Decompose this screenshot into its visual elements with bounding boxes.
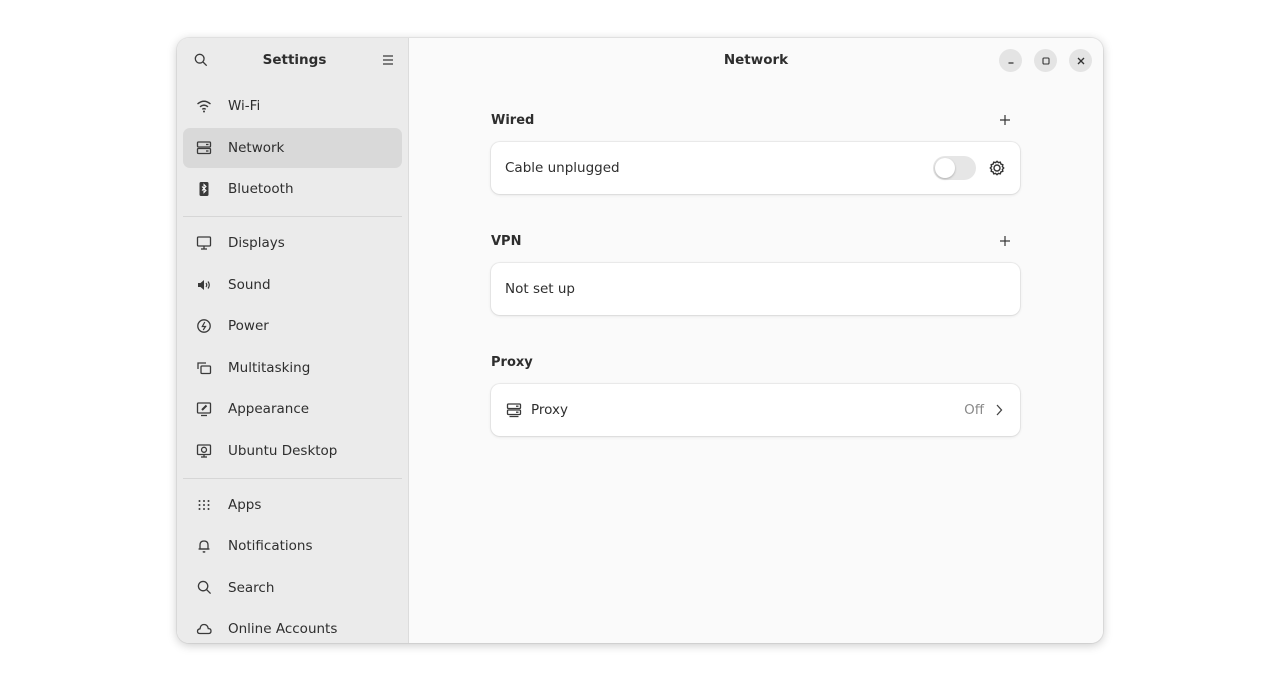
multitasking-icon xyxy=(195,359,213,377)
chevron-right-icon xyxy=(992,403,1006,417)
sidebar-item-online-accounts[interactable]: Online Accounts xyxy=(183,609,402,643)
sidebar-item-label: Wi-Fi xyxy=(228,98,261,114)
minimize-button[interactable] xyxy=(999,49,1022,72)
page-title: Network xyxy=(723,52,789,68)
sidebar-item-label: Network xyxy=(228,139,285,156)
search-icon xyxy=(195,579,213,597)
vpn-status-label: Not set up xyxy=(505,281,575,297)
sidebar-item-label: Displays xyxy=(228,235,285,251)
sidebar-list: Wi-Fi Network Bluetooth Displays Sound P… xyxy=(177,82,408,643)
proxy-section-title: Proxy xyxy=(491,354,533,370)
network-proxy-icon xyxy=(505,401,523,419)
display-icon xyxy=(195,234,213,252)
sidebar-header: Settings xyxy=(177,38,408,82)
sidebar: Settings Wi-Fi Network Bluetooth Display… xyxy=(177,38,409,643)
cloud-icon xyxy=(195,620,213,638)
wired-connection-row: Cable unplugged xyxy=(491,142,1020,194)
wired-toggle-switch[interactable] xyxy=(933,156,976,180)
maximize-button[interactable] xyxy=(1034,49,1057,72)
search-icon[interactable] xyxy=(191,50,211,70)
sidebar-item-label: Power xyxy=(228,318,269,334)
speaker-icon xyxy=(195,276,213,294)
sidebar-item-label: Search xyxy=(228,579,275,596)
sidebar-title: Settings xyxy=(262,52,327,68)
sidebar-item-apps[interactable]: Apps xyxy=(183,485,402,525)
settings-window: Settings Wi-Fi Network Bluetooth Display… xyxy=(177,38,1103,643)
sidebar-item-ubuntu-desktop[interactable]: Ubuntu Desktop xyxy=(183,431,402,471)
add-vpn-button[interactable] xyxy=(996,232,1014,250)
sidebar-item-sound[interactable]: Sound xyxy=(183,265,402,305)
network-icon xyxy=(195,139,213,157)
ubuntu-desktop-icon xyxy=(195,442,213,460)
wired-section-header: Wired xyxy=(491,108,1020,132)
header-bar: Network xyxy=(409,38,1103,82)
wired-section-title: Wired xyxy=(491,112,535,128)
sidebar-item-search[interactable]: Search xyxy=(183,568,402,608)
vpn-row: Not set up xyxy=(491,263,1020,315)
power-icon xyxy=(195,317,213,335)
sidebar-item-notifications[interactable]: Notifications xyxy=(183,526,402,566)
sidebar-divider xyxy=(183,477,402,479)
proxy-section-header: Proxy xyxy=(491,350,1020,374)
sidebar-item-displays[interactable]: Displays xyxy=(183,223,402,263)
sidebar-item-label: Appearance xyxy=(228,401,310,417)
gear-icon[interactable] xyxy=(988,159,1006,177)
sidebar-item-label: Sound xyxy=(228,276,271,293)
sidebar-item-label: Apps xyxy=(228,496,262,513)
sidebar-item-label: Multitasking xyxy=(228,359,311,376)
bell-icon xyxy=(195,537,213,555)
close-button[interactable] xyxy=(1069,49,1092,72)
proxy-row[interactable]: Proxy Off xyxy=(491,384,1020,436)
sidebar-item-label: Ubuntu Desktop xyxy=(228,442,338,459)
sidebar-item-power[interactable]: Power xyxy=(183,306,402,346)
main-panel: Network Wired Cable unplugged VPN Not se… xyxy=(409,38,1103,643)
proxy-row-label: Proxy xyxy=(531,402,568,418)
window-controls xyxy=(999,49,1092,72)
add-wired-button[interactable] xyxy=(996,111,1014,129)
sidebar-item-multitasking[interactable]: Multitasking xyxy=(183,348,402,388)
apps-grid-icon xyxy=(195,496,213,514)
sidebar-item-label: Online Accounts xyxy=(228,621,338,637)
hamburger-menu-icon[interactable] xyxy=(378,50,398,70)
sidebar-item-appearance[interactable]: Appearance xyxy=(183,389,402,429)
vpn-section-title: VPN xyxy=(491,233,522,249)
wifi-icon xyxy=(195,97,213,115)
proxy-status-label: Off xyxy=(964,402,984,418)
network-content: Wired Cable unplugged VPN Not set up Pro… xyxy=(491,108,1020,471)
toggle-knob xyxy=(935,158,955,178)
vpn-section-header: VPN xyxy=(491,229,1020,253)
sidebar-item-label: Bluetooth xyxy=(228,181,294,197)
sidebar-item-network[interactable]: Network xyxy=(183,127,402,168)
wired-status-label: Cable unplugged xyxy=(505,160,620,176)
sidebar-item-label: Notifications xyxy=(228,538,313,554)
sidebar-divider xyxy=(183,216,402,217)
sidebar-item-wifi[interactable]: Wi-Fi xyxy=(183,86,402,126)
sidebar-item-bluetooth[interactable]: Bluetooth xyxy=(183,169,402,209)
bluetooth-icon xyxy=(195,180,213,198)
appearance-icon xyxy=(195,400,213,418)
